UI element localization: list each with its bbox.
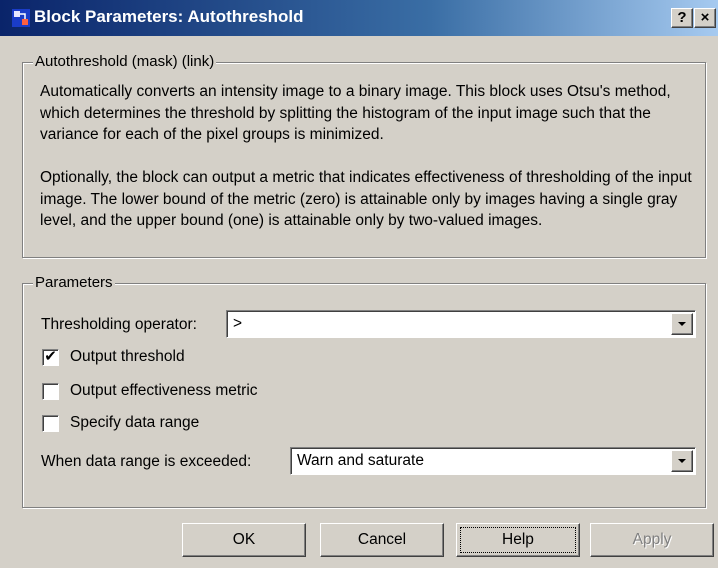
data-range-exceeded-value: Warn and saturate [297, 452, 424, 469]
thresholding-operator-dropdown[interactable]: > [226, 310, 696, 338]
simulink-block-icon [12, 9, 30, 27]
chevron-down-icon[interactable] [671, 313, 693, 335]
specify-data-range-checkbox[interactable] [42, 415, 59, 432]
thresholding-operator-label: Thresholding operator: [41, 316, 197, 333]
ok-button[interactable]: OK [182, 523, 306, 557]
parameters-legend: Parameters [33, 274, 115, 291]
output-threshold-checkbox[interactable]: ✔ [42, 349, 59, 366]
window-title: Block Parameters: Autothreshold [34, 7, 304, 26]
apply-button[interactable]: Apply [590, 523, 714, 557]
chevron-down-icon[interactable] [671, 450, 693, 472]
thresholding-operator-value: > [233, 315, 243, 332]
specify-data-range-label[interactable]: Specify data range [70, 414, 199, 432]
output-effectiveness-checkbox[interactable] [42, 383, 59, 400]
cancel-button[interactable]: Cancel [320, 523, 444, 557]
help-button[interactable]: Help [456, 523, 580, 557]
output-effectiveness-label[interactable]: Output effectiveness metric [70, 382, 258, 400]
description-paragraph-1: Automatically converts an intensity imag… [40, 83, 671, 143]
close-button[interactable]: × [694, 8, 716, 28]
data-range-exceeded-label: When data range is exceeded: [41, 453, 252, 470]
title-bar[interactable]: Block Parameters: Autothreshold ? × [0, 0, 718, 36]
output-threshold-label[interactable]: Output threshold [70, 348, 185, 366]
help-title-button[interactable]: ? [671, 8, 693, 28]
description-legend: Autothreshold (mask) (link) [33, 53, 217, 70]
description-paragraph-2: Optionally, the block can output a metri… [40, 169, 692, 229]
data-range-exceeded-dropdown[interactable]: Warn and saturate [290, 447, 696, 475]
